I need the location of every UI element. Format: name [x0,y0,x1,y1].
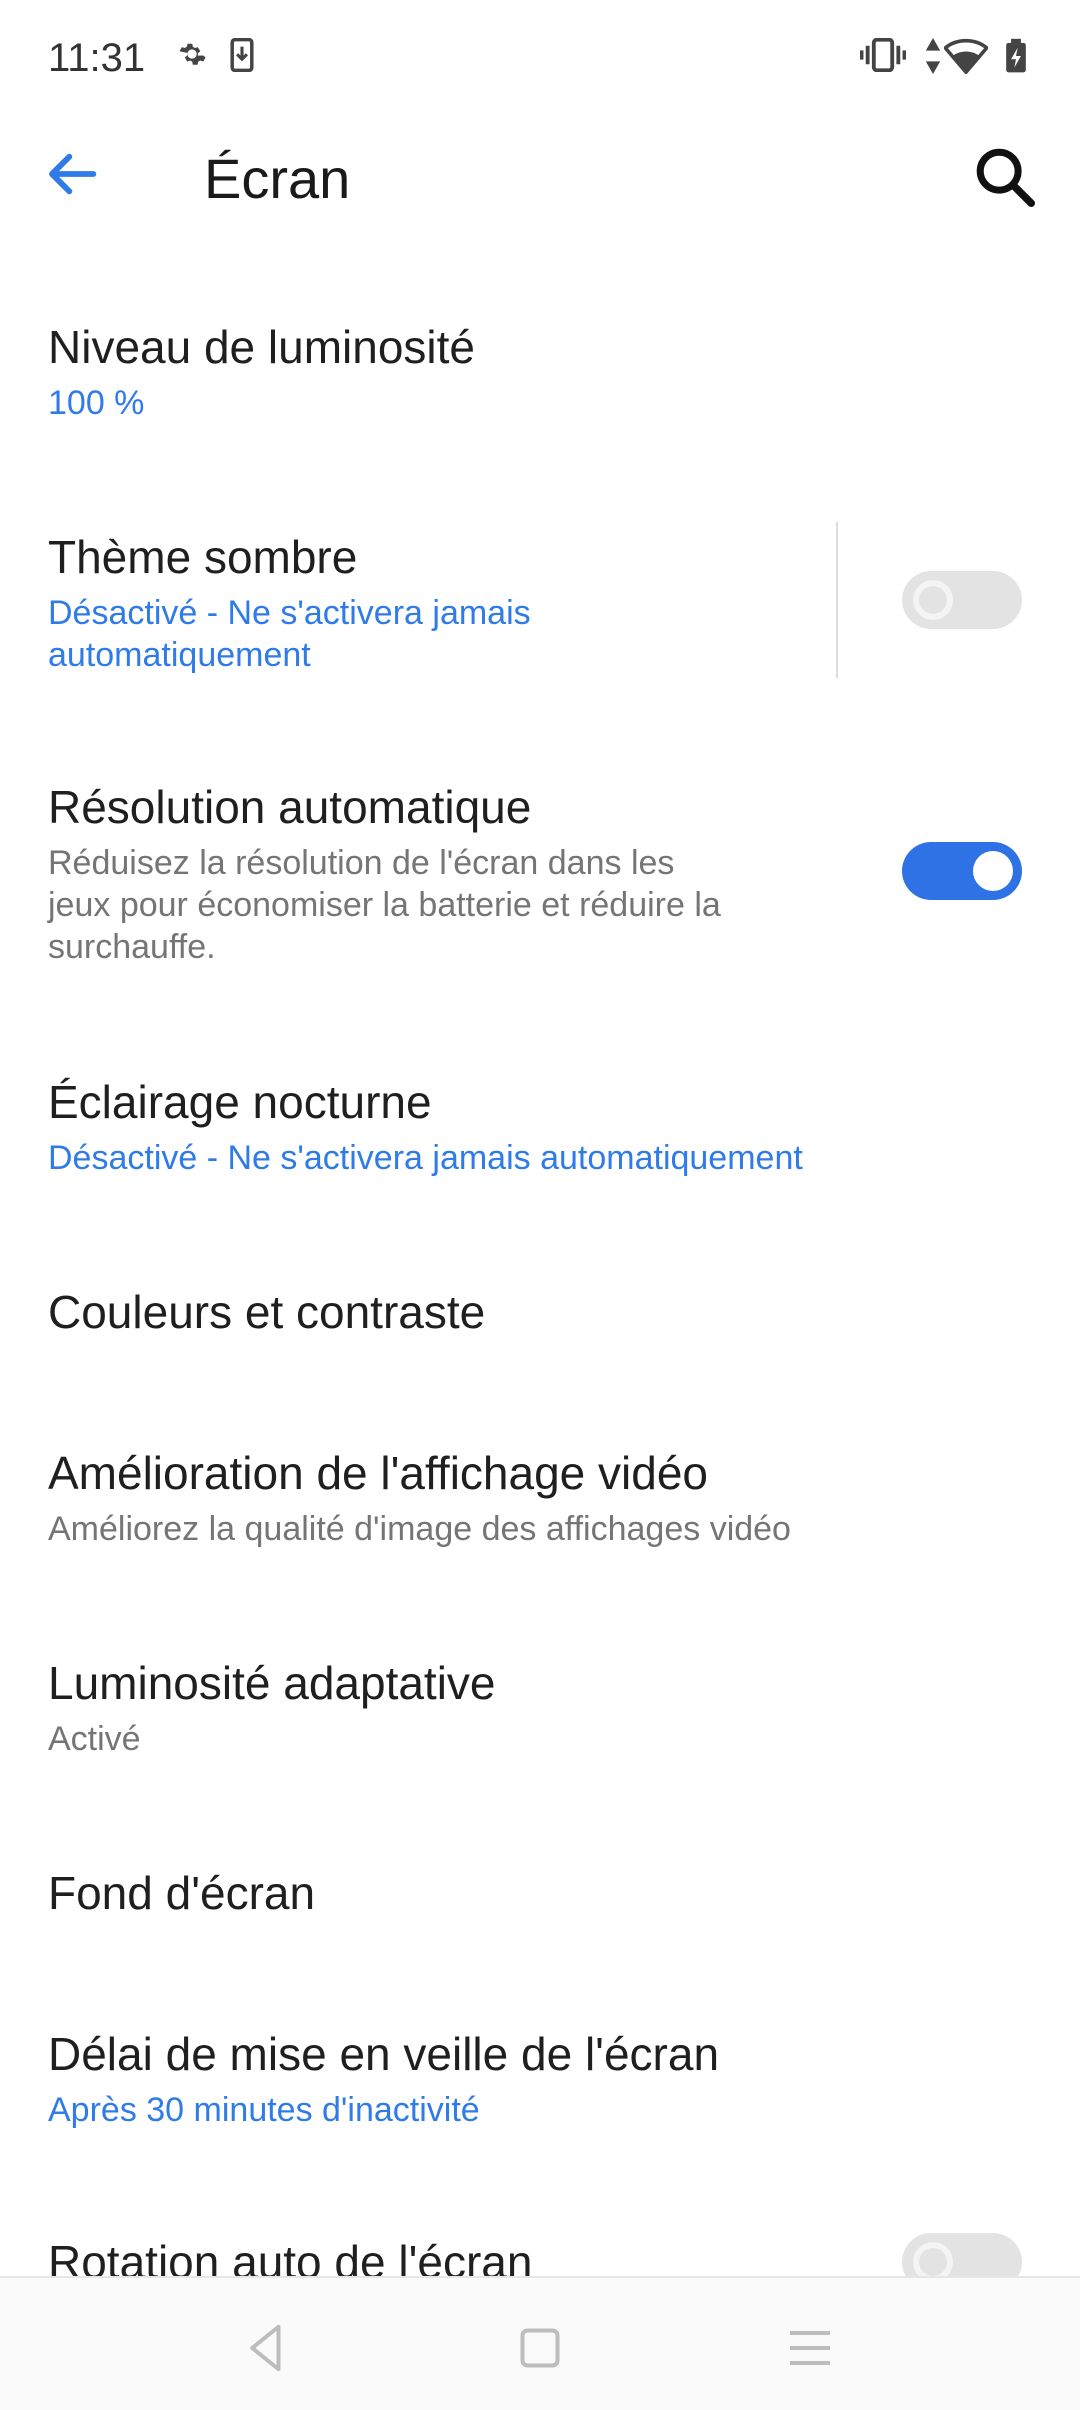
download-icon [228,37,256,77]
dark-theme-toggle[interactable] [902,571,1022,629]
setting-auto-rotate[interactable]: Rotation auto de l'écran [0,2215,1080,2276]
setting-colors-contrast[interactable]: Couleurs et contraste [0,1265,1080,1375]
home-square-icon[interactable] [510,2318,570,2378]
data-arrows-icon [924,38,942,79]
navigation-bar [0,2276,1080,2410]
status-bar: 11:31 [0,0,1080,120]
setting-adaptive-brightness[interactable]: Luminosité adaptative Activé [0,1636,1080,1786]
setting-brightness[interactable]: Niveau de luminosité 100 % [0,300,1080,460]
setting-subtitle: Après 30 minutes d'inactivité [48,2091,480,2129]
gear-icon [176,38,208,75]
toggle-knob [913,580,953,620]
auto-resolution-toggle[interactable] [902,842,1022,900]
setting-night-light[interactable]: Éclairage nocturne Désactivé - Ne s'acti… [0,1055,1080,1205]
wifi-icon [942,38,990,79]
setting-title: Luminosité adaptative [48,1657,496,1709]
setting-title: Fond d'écran [48,1867,316,1919]
status-time: 11:31 [48,36,146,80]
setting-subtitle: Améliorez la qualité d'image des afficha… [48,1510,791,1548]
toggle-knob [973,851,1013,891]
vertical-divider [836,522,838,678]
auto-rotate-toggle[interactable] [902,2233,1022,2276]
setting-subtitle: jeux pour économiser la batterie et rédu… [48,886,721,924]
setting-subtitle: Activé [48,1720,141,1758]
setting-title: Éclairage nocturne [48,1076,432,1128]
setting-title: Thème sombre [48,531,358,583]
setting-title: Délai de mise en veille de l'écran [48,2028,720,2080]
page-title: Écran [204,147,351,210]
setting-subtitle: automatiquement [48,636,311,674]
back-triangle-icon[interactable] [236,2318,296,2378]
setting-wallpaper[interactable]: Fond d'écran [0,1846,1080,1956]
setting-title: Niveau de luminosité [48,321,476,373]
setting-subtitle: Réduisez la résolution de l'écran dans l… [48,844,675,882]
menu-lines-icon[interactable] [780,2318,840,2378]
setting-title: Rotation auto de l'écran [48,2236,533,2276]
vibrate-icon [859,37,907,77]
arrow-back-icon[interactable] [40,142,104,206]
setting-dark-theme[interactable]: Thème sombre Désactivé - Ne s'activera j… [0,510,1080,690]
setting-value: 100 % [48,384,145,422]
setting-title: Couleurs et contraste [48,1286,486,1338]
setting-video-enhance[interactable]: Amélioration de l'affichage vidéo Amélio… [0,1426,1080,1576]
setting-title: Amélioration de l'affichage vidéo [48,1447,709,1499]
setting-subtitle: Désactivé - Ne s'activera jamais automat… [48,1139,803,1177]
app-bar: Écran [0,120,1080,240]
setting-subtitle: Désactivé - Ne s'activera jamais [48,594,531,632]
toggle-knob [913,2242,953,2276]
battery-charging-icon [1004,38,1028,79]
setting-auto-resolution[interactable]: Résolution automatique Réduisez la résol… [0,760,1080,990]
setting-title: Résolution automatique [48,781,532,833]
search-icon[interactable] [970,142,1040,212]
setting-subtitle: surchauffe. [48,928,216,966]
setting-sleep-timeout[interactable]: Délai de mise en veille de l'écran Après… [0,2007,1080,2157]
